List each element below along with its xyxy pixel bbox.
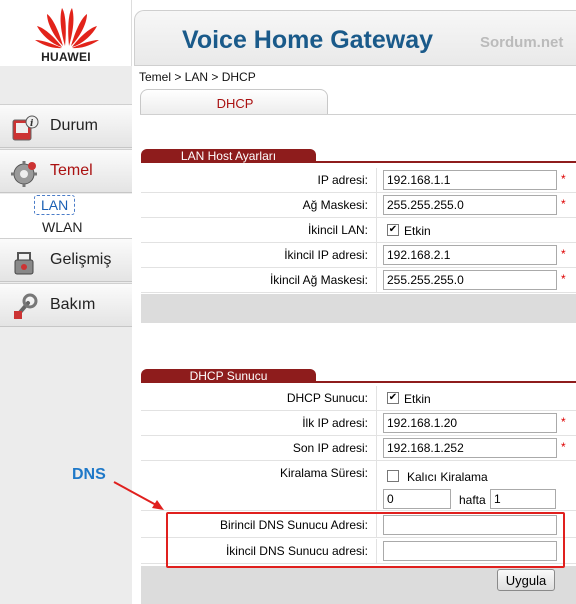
tab-divider bbox=[140, 114, 576, 115]
tab-label: DHCP bbox=[216, 96, 254, 111]
status-icon: i bbox=[12, 115, 39, 141]
secondary-lan-label: İkincil LAN: bbox=[307, 223, 368, 237]
section-header-dhcp-server: DHCP Sunucu bbox=[141, 369, 576, 383]
dns-highlight-box bbox=[166, 512, 565, 568]
advanced-tools-icon bbox=[14, 252, 34, 275]
ip-label: IP adresi: bbox=[317, 173, 368, 187]
secondary-ip-input[interactable] bbox=[383, 245, 557, 265]
mask-label: Ağ Maskesi: bbox=[302, 198, 368, 212]
subnet-mask-input[interactable] bbox=[383, 195, 557, 215]
secondary-mask-label: İkincil Ağ Maskesi: bbox=[269, 273, 368, 287]
section-title: DHCP Sunucu bbox=[141, 369, 316, 383]
start-ip-input[interactable] bbox=[383, 413, 557, 433]
sidebar-item-label: Bakım bbox=[50, 296, 96, 313]
sidebar-subitem-label: LAN bbox=[34, 195, 76, 215]
form-row-secondary-mask: İkincil Ağ Maskesi: * bbox=[141, 268, 576, 293]
dhcp-server-checkbox[interactable]: ✔ bbox=[387, 392, 399, 404]
maintenance-icon bbox=[14, 293, 38, 319]
secondary-lan-checkbox[interactable]: ✔ bbox=[387, 224, 399, 236]
lease-weeks-input[interactable] bbox=[490, 489, 556, 509]
dhcp-server-option: Etkin bbox=[404, 392, 431, 406]
end-ip-input[interactable] bbox=[383, 438, 557, 458]
form-row-ip: IP adresi: * bbox=[141, 168, 576, 193]
secondary-lan-option: Etkin bbox=[404, 224, 431, 238]
sidebar-item-label: Temel bbox=[50, 162, 93, 179]
dns-annotation-label: DNS bbox=[72, 466, 106, 483]
required-mark: * bbox=[561, 247, 566, 261]
permanent-lease-checkbox[interactable] bbox=[387, 470, 399, 482]
required-mark: * bbox=[561, 415, 566, 429]
sidebar-subitem-label: WLAN bbox=[42, 219, 83, 235]
required-mark: * bbox=[561, 272, 566, 286]
ip-address-input[interactable] bbox=[383, 170, 557, 190]
section-header-lan-host: LAN Host Ayarları bbox=[141, 149, 576, 163]
dhcp-server-label: DHCP Sunucu: bbox=[286, 391, 368, 405]
sidebar-subitem-lan[interactable]: LAN bbox=[0, 194, 132, 216]
gear-icon bbox=[11, 161, 37, 187]
sidebar-item-bakim[interactable]: Bakım bbox=[0, 283, 132, 327]
form-row-secondary-ip: İkincil IP adresi: * bbox=[141, 243, 576, 268]
end-ip-label: Son IP adresi: bbox=[292, 441, 368, 455]
sidebar-item-label: Gelişmiş bbox=[50, 251, 112, 268]
section-title: LAN Host Ayarları bbox=[141, 149, 316, 163]
required-mark: * bbox=[561, 172, 566, 186]
form-row-start-ip: İlk IP adresi: * bbox=[141, 411, 576, 436]
sidebar-item-temel[interactable]: Temel bbox=[0, 149, 132, 193]
form-row-end-ip: Son IP adresi: * bbox=[141, 436, 576, 461]
secondary-mask-input[interactable] bbox=[383, 270, 557, 290]
svg-text:i: i bbox=[30, 119, 34, 129]
apply-button[interactable]: Uygula bbox=[497, 569, 555, 591]
annotation-arrow-icon bbox=[113, 481, 164, 510]
huawei-logo: HUAWEI bbox=[0, 0, 132, 66]
sidebar-subitem-wlan[interactable]: WLAN bbox=[0, 216, 132, 238]
required-mark: * bbox=[561, 197, 566, 211]
sidebar-item-gelismis[interactable]: Gelişmiş bbox=[0, 238, 132, 282]
huawei-logo-icon bbox=[35, 8, 99, 49]
watermark: Sordum.net bbox=[480, 34, 564, 51]
form-row-lease-time: Kiralama Süresi: Kalıcı Kiralama hafta bbox=[141, 461, 576, 511]
sidebar-item-label: Durum bbox=[50, 117, 99, 134]
required-mark: * bbox=[561, 440, 566, 454]
lease-time-label: Kiralama Süresi: bbox=[279, 466, 368, 480]
form-row-dhcp-server: DHCP Sunucu: ✔ Etkin bbox=[141, 386, 576, 411]
lease-unit-label: hafta bbox=[459, 493, 486, 507]
secondary-ip-label: İkincil IP adresi: bbox=[284, 248, 368, 262]
form-row-secondary-lan: İkincil LAN: ✔ Etkin bbox=[141, 218, 576, 243]
sidebar-item-durum[interactable]: i Durum bbox=[0, 104, 132, 148]
section-footer bbox=[141, 294, 576, 323]
logo-text: HUAWEI bbox=[41, 50, 91, 64]
tab-dhcp[interactable]: DHCP bbox=[140, 89, 328, 115]
permanent-lease-option: Kalıcı Kiralama bbox=[407, 470, 488, 484]
form-row-mask: Ağ Maskesi: * bbox=[141, 193, 576, 218]
lease-days-input[interactable] bbox=[383, 489, 451, 509]
breadcrumb: Temel > LAN > DHCP bbox=[139, 70, 256, 84]
start-ip-label: İlk IP adresi: bbox=[302, 416, 368, 430]
app-title: Voice Home Gateway bbox=[182, 26, 434, 54]
